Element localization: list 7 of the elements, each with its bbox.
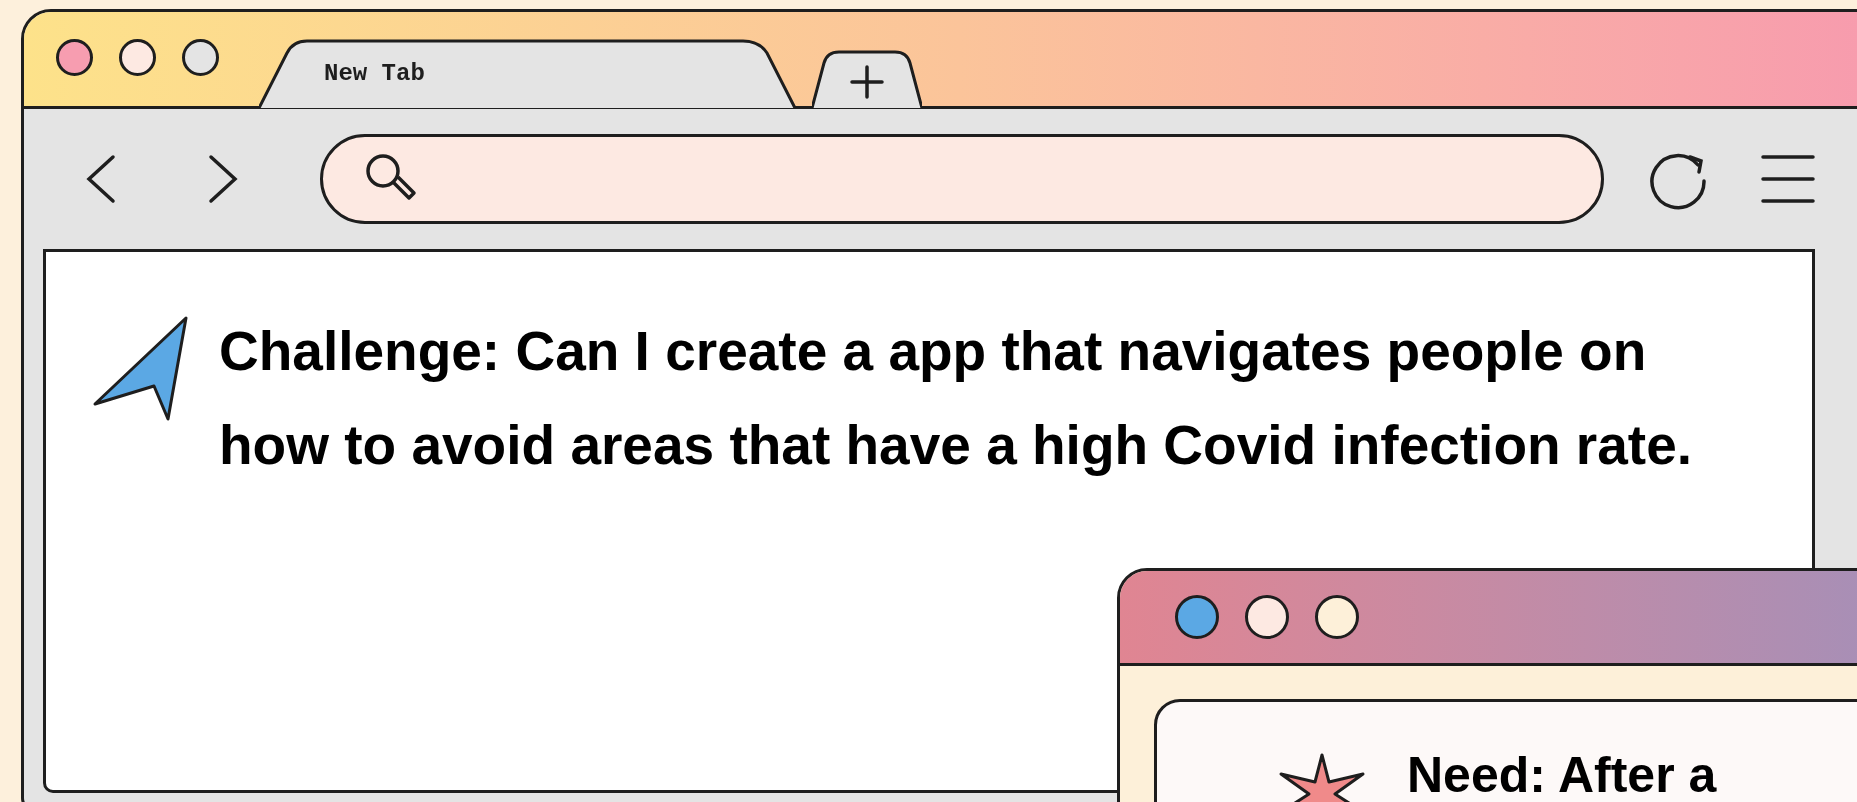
browser-tab[interactable]: New Tab: [259, 39, 804, 109]
back-icon[interactable]: [84, 154, 118, 204]
new-tab-button[interactable]: [812, 49, 922, 109]
challenge-text: Challenge: Can I create a app that navigates people on how to avoid areas that have a high Covid infection rate.: [219, 319, 1694, 478]
menu-icon[interactable]: [1760, 153, 1816, 205]
need-heading: Need: After a: [1407, 748, 1717, 802]
forward-icon[interactable]: [206, 154, 240, 204]
